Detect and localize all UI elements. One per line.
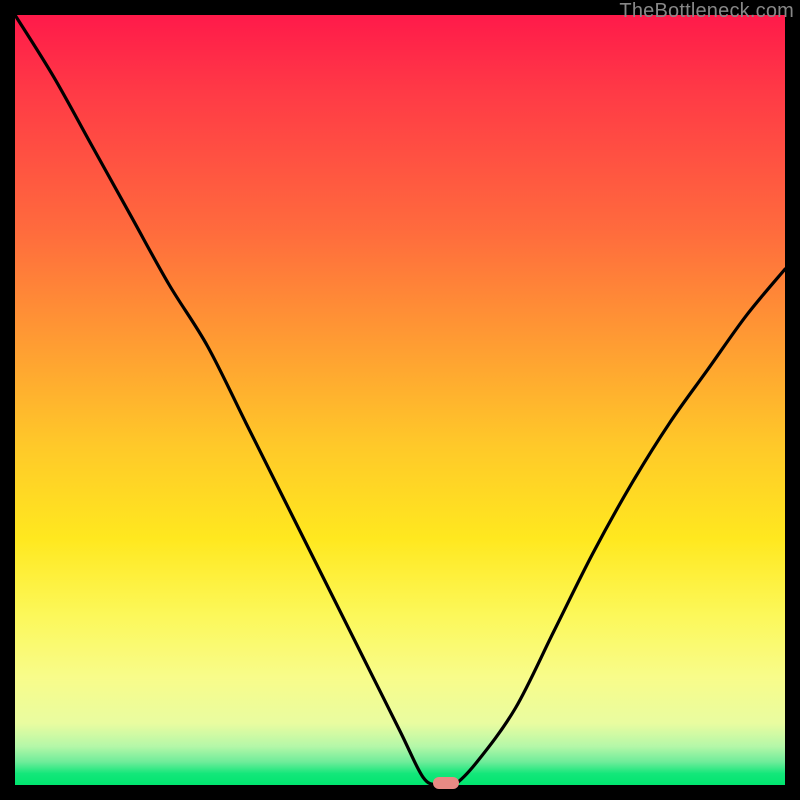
chart-plot-area <box>15 15 785 785</box>
bottleneck-curve <box>15 15 785 785</box>
optimal-point-marker <box>433 777 459 789</box>
chart-frame: TheBottleneck.com <box>0 0 800 800</box>
